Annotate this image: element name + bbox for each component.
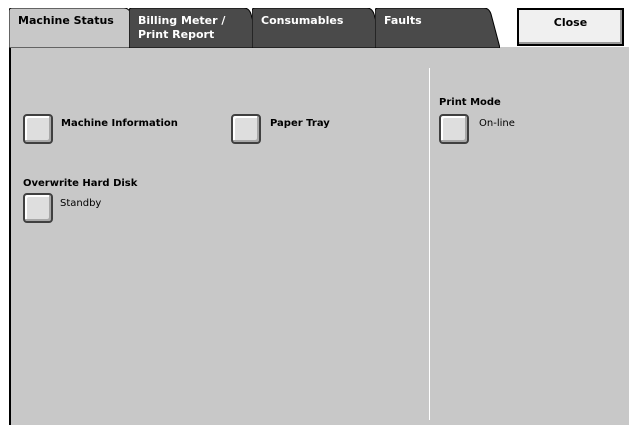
content-panel	[9, 47, 629, 425]
print-mode-label: Print Mode	[439, 97, 501, 108]
tab-label: Billing Meter / Print Report	[138, 14, 226, 41]
overwrite-hard-disk-value: Standby	[60, 198, 102, 209]
tab-consumables[interactable]: Consumables	[252, 8, 383, 48]
print-mode-button[interactable]	[439, 114, 469, 144]
print-mode-value: On-line	[479, 118, 515, 129]
close-button[interactable]: Close	[517, 8, 624, 46]
tab-faults[interactable]: Faults	[375, 8, 500, 48]
section-divider	[429, 68, 430, 420]
overwrite-hard-disk-button[interactable]	[23, 193, 53, 223]
close-button-label: Close	[553, 16, 588, 29]
tab-label: Machine Status	[18, 14, 114, 27]
machine-information-label: Machine Information	[61, 118, 178, 129]
overwrite-hard-disk-label: Overwrite Hard Disk	[23, 178, 138, 189]
tab-machine-status[interactable]: Machine Status	[9, 8, 138, 48]
paper-tray-label: Paper Tray	[270, 118, 330, 129]
machine-information-button[interactable]	[23, 114, 53, 144]
tab-label: Faults	[384, 14, 422, 27]
tab-billing-meter[interactable]: Billing Meter / Print Report	[129, 8, 260, 48]
paper-tray-button[interactable]	[231, 114, 261, 144]
tab-label: Consumables	[261, 14, 344, 27]
